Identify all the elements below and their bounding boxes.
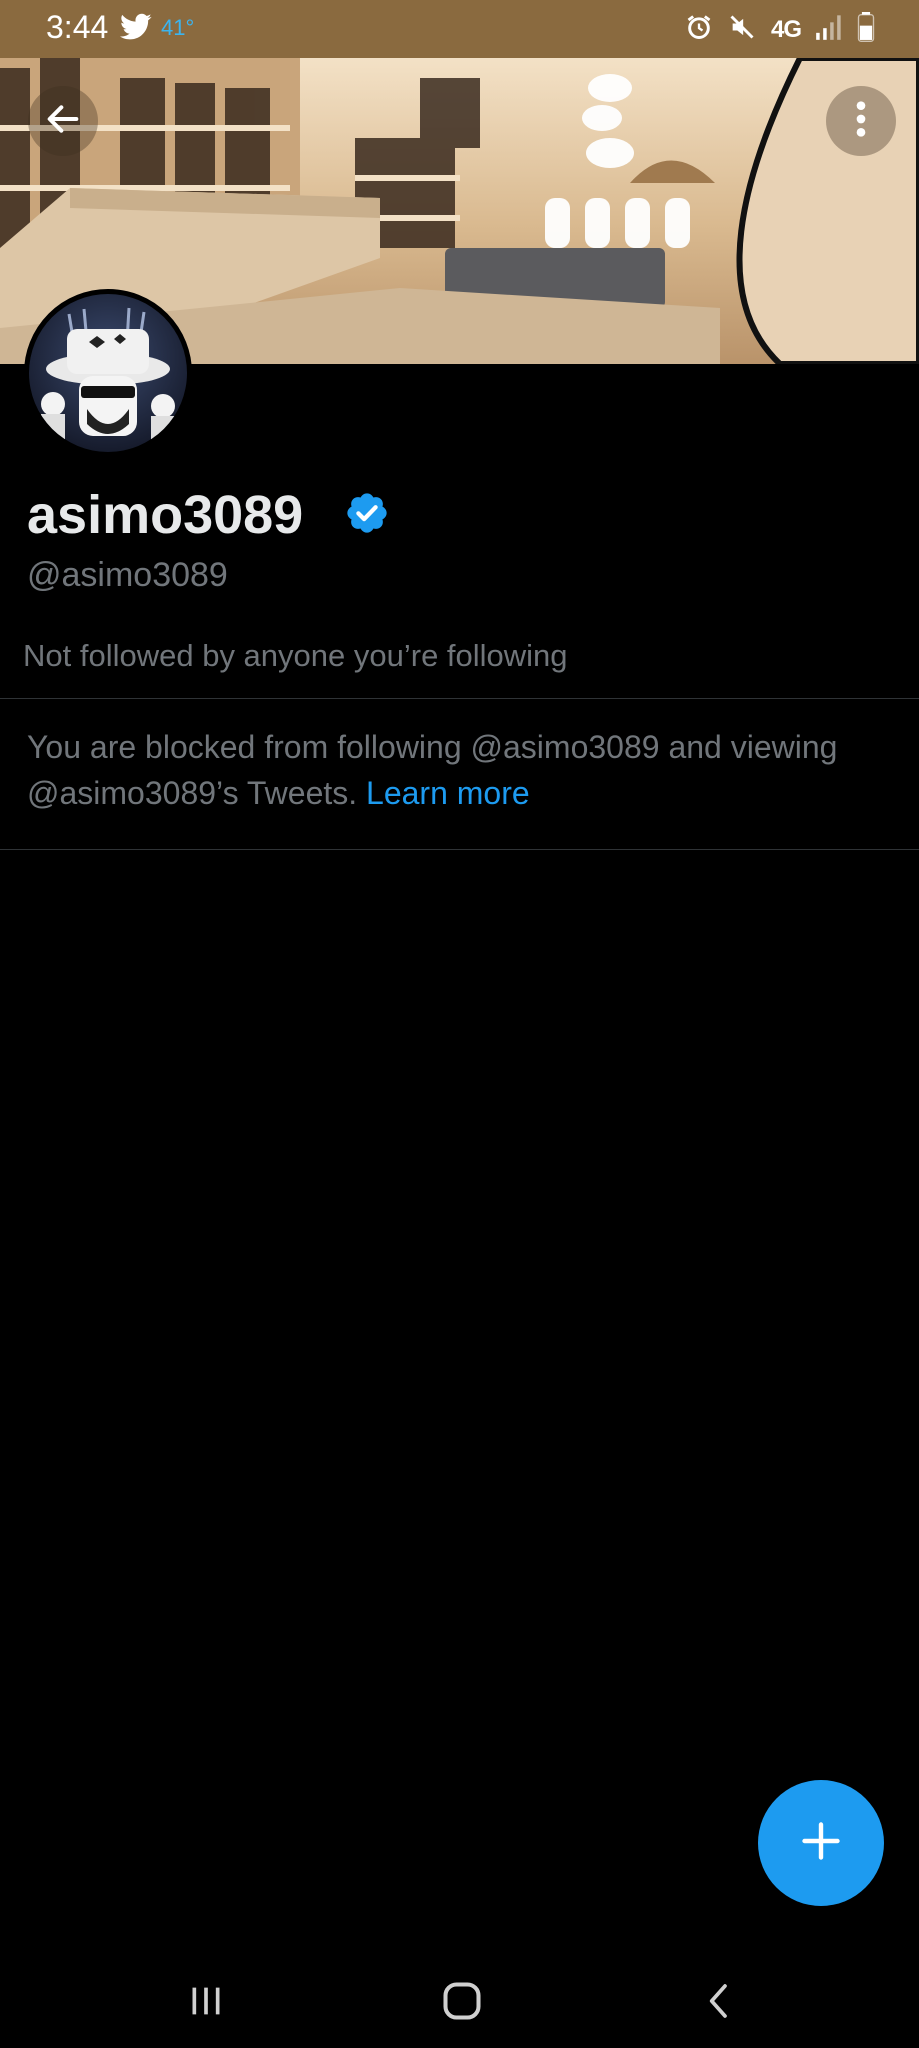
network-label: 4G	[770, 15, 802, 43]
divider	[0, 849, 919, 850]
divider	[0, 698, 919, 699]
mute-icon	[727, 13, 757, 46]
home-button[interactable]	[432, 1978, 492, 2028]
plus-icon	[799, 1819, 843, 1868]
verified-badge-icon	[344, 490, 390, 541]
blocked-notice: You are blocked from following @asimo308…	[27, 724, 887, 816]
signal-icon	[815, 14, 843, 45]
profile-handle: @asimo3089	[27, 556, 228, 594]
back-icon	[700, 1981, 740, 2026]
display-name: asimo3089	[27, 485, 304, 545]
more-options-button[interactable]	[826, 86, 896, 156]
avatar[interactable]	[24, 289, 192, 457]
avatar-image	[29, 294, 187, 452]
back-button[interactable]	[28, 86, 98, 156]
battery-icon	[857, 12, 875, 47]
followers-you-know-note: Not followed by anyone you’re following	[23, 638, 568, 673]
status-icons: 4G	[685, 12, 875, 47]
compose-tweet-button[interactable]	[758, 1780, 884, 1906]
recent-apps-icon	[186, 1981, 226, 2026]
twitter-icon	[120, 13, 152, 46]
arrow-left-icon	[43, 99, 83, 144]
status-time: 3:44	[46, 9, 109, 45]
recent-apps-button[interactable]	[176, 1978, 236, 2028]
system-navigation-bar	[0, 1960, 919, 2048]
status-bar: 3:44 41° 4G	[0, 0, 919, 58]
home-icon	[440, 1979, 484, 2028]
status-temperature: 41°	[161, 15, 195, 40]
nav-back-button[interactable]	[690, 1978, 750, 2028]
more-vertical-icon	[855, 99, 867, 144]
learn-more-link[interactable]: Learn more	[366, 775, 530, 811]
alarm-icon	[685, 13, 713, 46]
